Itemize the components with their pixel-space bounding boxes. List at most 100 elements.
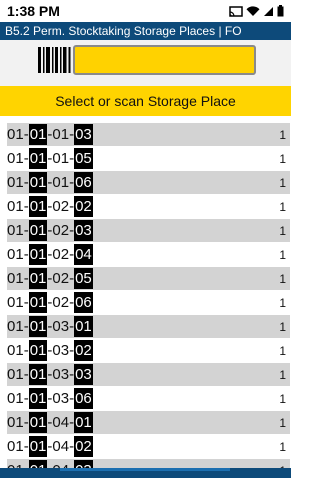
code-segment: 01 — [7, 342, 24, 359]
storage-place-code: 01-01-04-03 — [7, 460, 93, 468]
code-segment: 02 — [74, 196, 93, 217]
code-segment: 01 — [28, 124, 48, 145]
code-segment: 01 — [7, 150, 24, 167]
list-item[interactable]: 01-01-02-05 1 — [7, 267, 290, 291]
code-segment: 02 — [52, 270, 70, 287]
code-segment: 02 — [52, 198, 70, 215]
quantity: 1 — [279, 392, 286, 406]
code-segment: 02 — [52, 246, 70, 263]
code-segment: 01 — [7, 366, 24, 383]
quantity: 1 — [279, 248, 286, 262]
page-title: B5.2 Perm. Stocktaking Storage Places | … — [0, 22, 291, 40]
code-segment: 03 — [74, 460, 93, 468]
quantity: 1 — [279, 320, 286, 334]
code-segment: 01 — [7, 414, 24, 431]
quantity: 1 — [279, 152, 286, 166]
code-segment: 01 — [52, 126, 70, 143]
code-segment: 03 — [52, 342, 70, 359]
quantity: 1 — [279, 459, 286, 468]
storage-place-code: 01-01-02-02 — [7, 196, 93, 218]
quantity: 1 — [279, 296, 286, 310]
quantity: 1 — [279, 200, 286, 214]
list-item[interactable]: 01-01-04-03 1 — [7, 459, 290, 468]
list-item[interactable]: 01-01-03-06 1 — [7, 387, 290, 411]
list-item[interactable]: 01-01-02-06 1 — [7, 291, 290, 315]
code-segment: 02 — [74, 436, 93, 457]
code-segment: 01 — [7, 198, 24, 215]
storage-place-code: 01-01-03-06 — [7, 388, 93, 410]
code-segment: 04 — [74, 244, 93, 265]
storage-place-list[interactable]: 01-01-01-03 1 01-01-01-05 1 01-01-01-06 1 01-0… — [7, 123, 290, 468]
code-segment: 01 — [7, 126, 24, 143]
wifi-icon — [246, 5, 260, 17]
storage-place-code: 01-01-02-03 — [7, 220, 93, 242]
code-segment: 01 — [28, 364, 48, 385]
quantity: 1 — [279, 176, 286, 190]
code-segment: 02 — [74, 340, 93, 361]
code-segment: 01 — [7, 174, 24, 191]
code-segment: 04 — [52, 414, 70, 431]
code-segment: 03 — [52, 366, 70, 383]
code-segment: 01 — [7, 438, 24, 455]
code-segment: 05 — [74, 148, 93, 169]
code-segment: 01 — [52, 174, 70, 191]
code-segment: 01 — [28, 292, 48, 313]
code-segment: 01 — [74, 316, 93, 337]
code-segment: 01 — [7, 318, 24, 335]
quantity: 1 — [279, 272, 286, 286]
code-segment: 01 — [28, 244, 48, 265]
battery-icon — [277, 5, 284, 17]
list-item[interactable]: 01-01-02-04 1 — [7, 243, 290, 267]
code-segment: 04 — [52, 438, 70, 455]
list-item[interactable]: 01-01-03-02 1 — [7, 339, 290, 363]
list-item[interactable]: 01-01-02-03 1 — [7, 219, 290, 243]
list-item[interactable]: 01-01-03-01 1 — [7, 315, 290, 339]
list-item[interactable]: 01-01-02-02 1 — [7, 195, 290, 219]
storage-place-code: 01-01-02-04 — [7, 244, 93, 266]
quantity: 1 — [279, 368, 286, 382]
quantity: 1 — [279, 224, 286, 238]
code-segment: 01 — [28, 268, 48, 289]
code-segment: 01 — [7, 246, 24, 263]
quantity: 1 — [279, 344, 286, 358]
code-segment: 03 — [74, 124, 93, 145]
storage-place-scan-input[interactable] — [73, 45, 256, 75]
code-segment: 01 — [7, 294, 24, 311]
list-item[interactable]: 01-01-01-06 1 — [7, 171, 290, 195]
list-item[interactable]: 01-01-01-05 1 — [7, 147, 290, 171]
code-segment: 02 — [52, 222, 70, 239]
scan-prompt: Select or scan Storage Place — [0, 86, 291, 116]
code-segment: 01 — [28, 436, 48, 457]
code-segment: 01 — [28, 412, 48, 433]
list-item[interactable]: 01-01-03-03 1 — [7, 363, 290, 387]
status-icons — [229, 5, 284, 17]
code-segment: 01 — [28, 388, 48, 409]
code-segment: 03 — [74, 364, 93, 385]
storage-place-code: 01-01-01-05 — [7, 148, 93, 170]
code-segment: 01 — [28, 460, 48, 468]
code-segment: 02 — [52, 294, 70, 311]
code-segment: 01 — [74, 412, 93, 433]
code-segment: 01 — [28, 220, 48, 241]
code-segment: 01 — [7, 222, 24, 239]
barcode-icon[interactable] — [38, 47, 71, 78]
code-segment: 01 — [28, 172, 48, 193]
code-segment: 01 — [7, 390, 24, 407]
list-item[interactable]: 01-01-04-02 1 — [7, 435, 290, 459]
status-time: 1:38 PM — [7, 3, 60, 19]
code-segment: 01 — [7, 270, 24, 287]
cast-icon — [229, 5, 243, 17]
storage-place-code: 01-01-03-03 — [7, 364, 93, 386]
storage-place-code: 01-01-01-06 — [7, 172, 93, 194]
storage-place-code: 01-01-04-01 — [7, 412, 93, 434]
signal-icon — [263, 6, 274, 17]
list-item[interactable]: 01-01-04-01 1 — [7, 411, 290, 435]
quantity: 1 — [279, 416, 286, 430]
code-segment: 03 — [52, 390, 70, 407]
list-item[interactable]: 01-01-01-03 1 — [7, 123, 290, 147]
code-segment: 06 — [74, 292, 93, 313]
code-segment: 01 — [28, 196, 48, 217]
storage-place-code: 01-01-02-06 — [7, 292, 93, 314]
bottom-bar — [0, 468, 291, 478]
code-segment: 01 — [28, 340, 48, 361]
